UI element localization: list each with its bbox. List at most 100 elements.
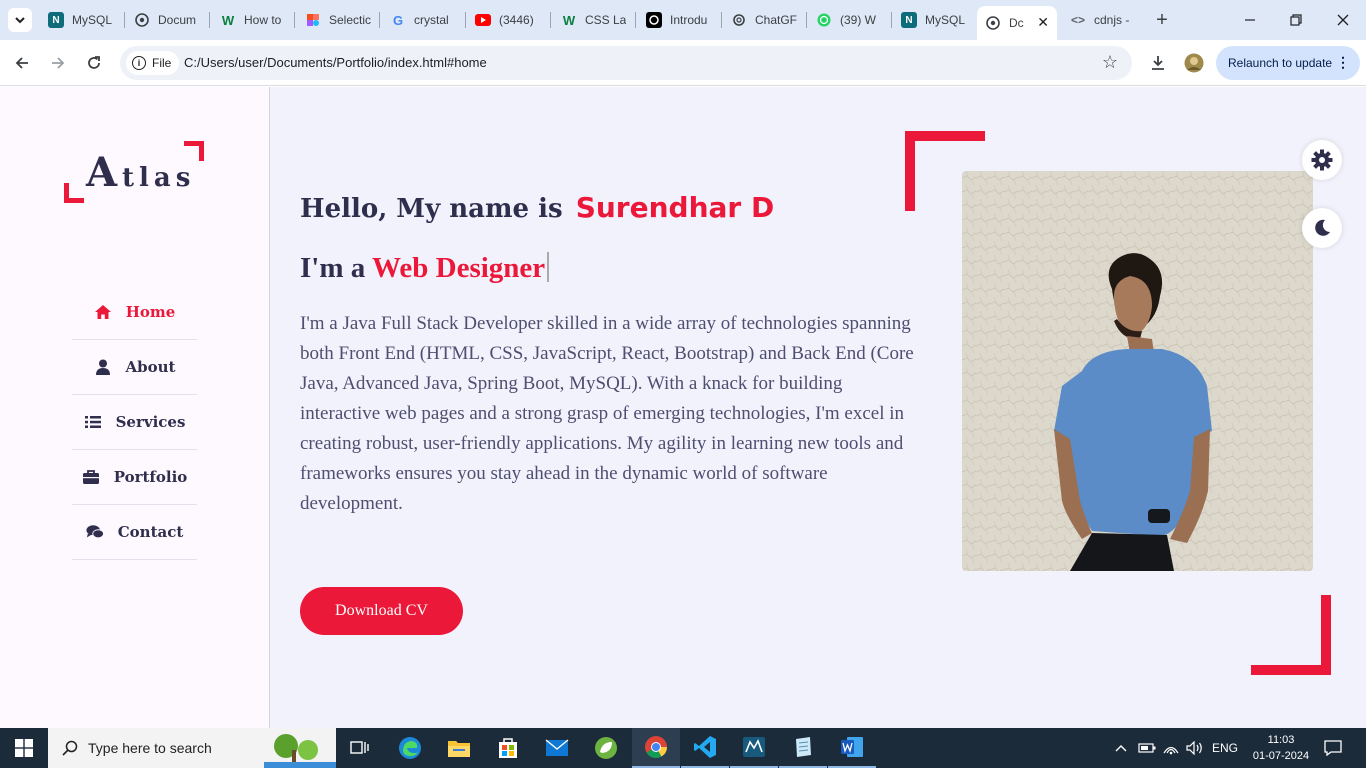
windows-logo-icon [15,739,33,757]
home-icon [94,303,112,321]
nav-item-services[interactable]: Services [72,395,197,450]
chrome-icon [645,736,667,758]
browser-tab[interactable]: G crystal [382,6,464,34]
openai-icon [731,12,747,28]
browser-tab[interactable]: Introdu [638,6,720,34]
start-button[interactable] [0,728,48,768]
relaunch-to-update-button[interactable]: Relaunch to update ⋮ [1216,46,1360,80]
taskbar-app-notepad[interactable] [779,728,827,768]
globe-icon [985,15,1001,31]
tab-divider [806,12,807,28]
tab-divider [209,12,210,28]
site-logo[interactable]: Atlas [64,141,206,203]
taskbar-app-edge[interactable] [386,728,434,768]
tab-divider [891,12,892,28]
w-icon: W [221,12,235,28]
edge-icon [399,737,421,759]
reload-button[interactable] [81,50,107,76]
downloads-button[interactable] [1145,50,1171,76]
battery-status[interactable] [1138,728,1156,768]
taskbar-app-word[interactable] [828,728,876,768]
avatar-icon [1184,53,1204,73]
typed-role: Web Designer [371,252,546,284]
url-text[interactable]: C:/Users/user/Documents/Portfolio/index.… [184,55,487,70]
nav-item-home[interactable]: Home [72,285,197,340]
browser-tab[interactable]: Docum [126,6,208,34]
tab-divider [379,12,380,28]
browser-tab[interactable]: ChatGF [723,6,805,34]
sidebar-nav: Home About Services Portfolio Contact [72,285,197,560]
network-status[interactable] [1162,728,1180,768]
list-icon [84,413,102,431]
hero-greeting: Hello, My name is Surendhar D [300,191,775,224]
browser-tab[interactable]: N MySQL [893,6,975,34]
mysql-workbench-icon [743,737,765,757]
tab-search-button[interactable] [8,8,32,32]
tab-divider [721,12,722,28]
wifi-icon [1163,746,1179,755]
hero-bio: I'm a Java Full Stack Developer skilled … [300,313,914,514]
taskbar-app-mail[interactable] [533,728,581,768]
nav-item-about[interactable]: About [72,340,197,395]
comments-icon [86,523,104,541]
download-icon [1152,56,1164,70]
browser-tab-strip: N MySQL Docum W How to Selectic G crysta… [0,0,1366,40]
browser-tab[interactable]: Selectic [297,6,379,34]
browser-tab[interactable]: (39) W [808,6,890,34]
volume-control[interactable] [1186,728,1204,768]
tab-divider [124,12,125,28]
tab-divider [550,12,551,28]
browser-tab[interactable]: (3446) [467,6,549,34]
logo-corner-bottom-left [64,183,84,203]
browser-tab[interactable]: N MySQL [40,6,124,34]
youtube-icon [475,12,491,28]
taskbar-app-mysql-workbench[interactable] [730,728,778,768]
taskbar-app-spring-tool[interactable] [582,728,630,768]
day-night-toggle[interactable] [1302,208,1342,248]
battery-icon [1138,743,1156,753]
back-button[interactable] [9,50,35,76]
nav-item-portfolio[interactable]: Portfolio [72,450,197,505]
browser-tab[interactable]: W CSS La [553,6,635,34]
forward-button[interactable] [45,50,71,76]
photo-frame-corner-bottom-right [1251,595,1331,675]
bookmark-star-icon[interactable]: ☆ [1102,52,1118,73]
style-switcher-button[interactable] [1302,140,1342,180]
search-highlight-illustration [264,734,336,768]
restore-button[interactable] [1284,8,1308,32]
browser-tab-active[interactable]: Dc ✕ [977,6,1057,40]
taskbar-app-chrome[interactable] [632,728,680,768]
download-cv-button[interactable]: Download CV [300,587,463,635]
restore-icon [1290,14,1302,26]
nav-item-contact[interactable]: Contact [72,505,197,560]
input-language[interactable]: ENG [1212,728,1238,768]
taskbar-app-store[interactable] [484,728,532,768]
site-info-chip[interactable]: i File [126,51,180,75]
speaker-icon [1186,741,1202,755]
profile-avatar[interactable] [1181,50,1207,76]
whatsapp-icon [816,12,832,28]
gear-icon [1311,149,1333,171]
close-window-button[interactable] [1331,8,1355,32]
windows-taskbar: Type here to search ENG 11:03 01-07-2024 [0,728,1366,768]
spring-leaf-icon [595,737,617,759]
notepad-icon [796,737,811,757]
taskbar-app-vscode[interactable] [681,728,729,768]
tab-divider [465,12,466,28]
browser-tab[interactable]: <> cdnjs - [1062,6,1142,34]
mail-icon [545,739,569,756]
task-view-button[interactable] [336,728,384,768]
close-tab-icon[interactable]: ✕ [1037,14,1049,31]
logo-text: Atlas [86,149,196,196]
taskbar-app-file-explorer[interactable] [435,728,483,768]
taskbar-clock[interactable]: 11:03 01-07-2024 [1252,732,1310,764]
notifications-button[interactable] [1324,728,1342,768]
more-menu-icon[interactable]: ⋮ [1336,54,1350,71]
browser-tab[interactable]: W How to [212,6,294,34]
minimize-button[interactable] [1238,8,1262,32]
address-bar[interactable]: i File C:/Users/user/Documents/Portfolio… [120,46,1132,80]
show-hidden-icons-button[interactable] [1114,728,1128,768]
new-tab-button[interactable]: + [1150,8,1174,32]
taskbar-search-box[interactable]: Type here to search [48,728,336,768]
mysql-icon: N [48,12,64,28]
